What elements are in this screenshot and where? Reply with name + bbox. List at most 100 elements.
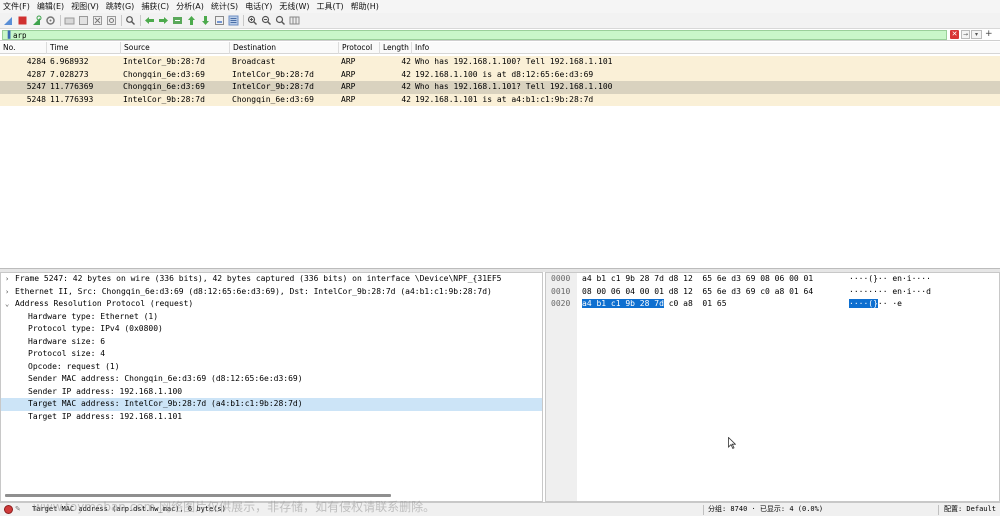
packet-cell-dst: IntelCor_9b:28:7d: [232, 69, 314, 79]
bytes-ascii[interactable]: ········ en·i···d: [849, 286, 931, 298]
detail-tree-field[interactable]: Protocol size: 4: [1, 348, 542, 361]
packet-cell-info: Who has 192.168.1.101? Tell 192.168.1.10…: [415, 82, 613, 91]
capture-options-icon[interactable]: [45, 15, 56, 26]
details-horizontal-scrollbar[interactable]: [5, 494, 391, 497]
stop-capture-icon[interactable]: [17, 15, 28, 26]
detail-text: Target MAC address: IntelCor_9b:28:7d (a…: [28, 399, 303, 408]
detail-text: Target IP address: 192.168.1.101: [28, 411, 183, 421]
detail-tree-field[interactable]: Opcode: request (1): [1, 361, 542, 374]
bytes-hex-text: c0 a8 01 65: [663, 299, 727, 308]
restart-capture-icon[interactable]: [31, 15, 42, 26]
resize-columns-icon[interactable]: [289, 15, 300, 26]
packet-row[interactable]: 4287 7.028273 Chongqin_6e:d3:69 IntelCor_9b…: [0, 68, 1000, 81]
watermark-text: www.toymoban.com 网络图片仅供展示，非存储，如有侵权请联系删除。: [33, 500, 436, 514]
clear-filter-icon[interactable]: ✕: [950, 30, 959, 39]
detail-tree-node[interactable]: › Ethernet II, Src: Chongqin_6e:d3:69 (d8…: [1, 286, 542, 299]
auto-scroll-icon[interactable]: [214, 15, 225, 26]
packet-cell-src: Chongqin_6e:d3:69: [123, 69, 205, 79]
packet-cell-dst: Chongqin_6e:d3:69: [232, 94, 314, 104]
detail-tree-field[interactable]: Sender IP address: 192.168.1.100: [1, 386, 542, 399]
detail-tree-field[interactable]: Hardware size: 6: [1, 336, 542, 349]
menu-item[interactable]: 无线(W): [279, 1, 309, 12]
menu-item[interactable]: 工具(T): [316, 1, 343, 12]
collapse-arrow-icon[interactable]: ⌄: [5, 298, 9, 311]
detail-tree-field[interactable]: Target MAC address: IntelCor_9b:28:7d (a…: [1, 398, 542, 411]
display-filter-bar: ▐ arp ✕ → ▾ +: [0, 29, 1000, 41]
bytes-hex[interactable]: a4 b1 c1 9b 28 7d d8 12 65 6e d3 69 08 0…: [582, 273, 813, 285]
menu-bar: 文件(F) 编辑(E) 视图(V) 跳转(G) 捕获(C) 分析(A) 统计(S) 电话(Y)…: [0, 0, 1000, 13]
close-file-icon[interactable]: [92, 15, 103, 26]
expand-arrow-icon[interactable]: ›: [5, 286, 9, 299]
detail-text: Protocol size: 4: [28, 349, 106, 358]
bytes-ascii[interactable]: ····(}·· ·e: [849, 298, 902, 310]
detail-tree-node[interactable]: ⌄ Address Resolution Protocol (request): [1, 298, 542, 311]
bookmark-filter-icon[interactable]: ▐: [5, 31, 10, 40]
go-back-icon[interactable]: [144, 15, 155, 26]
detail-tree-field[interactable]: Protocol type: IPv4 (0x0800): [1, 323, 542, 336]
menu-item[interactable]: 分析(A): [176, 1, 204, 12]
detail-text: Opcode: request (1): [28, 361, 120, 371]
packet-list[interactable]: No. Time Source Destination Protocol Len…: [0, 42, 1000, 269]
bytes-offset: 0000: [551, 274, 571, 283]
menu-item[interactable]: 文件(F): [3, 1, 30, 12]
menu-item[interactable]: 捕获(C): [141, 1, 169, 12]
column-header-no[interactable]: No.: [0, 42, 47, 54]
column-header-time[interactable]: Time: [47, 42, 121, 54]
menu-item[interactable]: 编辑(E): [37, 1, 64, 12]
column-header-destination[interactable]: Destination: [230, 42, 339, 54]
column-header-info[interactable]: Info: [412, 42, 1000, 54]
save-file-icon[interactable]: [78, 15, 89, 26]
packet-row[interactable]: 5247 11.776369 Chongqin_6e:d3:69 IntelCor_9…: [0, 81, 1000, 94]
zoom-out-icon[interactable]: [261, 15, 272, 26]
edit-comment-icon[interactable]: ✎: [15, 505, 25, 514]
detail-tree-field[interactable]: Hardware type: Ethernet (1): [1, 311, 542, 324]
expert-info-indicator-icon[interactable]: [4, 505, 13, 514]
colorize-icon[interactable]: [228, 15, 239, 26]
display-filter-input[interactable]: ▐ arp: [2, 30, 947, 40]
find-packet-icon[interactable]: [125, 15, 136, 26]
detail-text: Hardware type: Ethernet (1): [28, 311, 159, 321]
packet-bytes-pane[interactable]: 0000 a4 b1 c1 9b 28 7d d8 12 65 6e d3 69 …: [545, 272, 1000, 502]
detail-text: Address Resolution Protocol (request): [15, 299, 194, 308]
menu-item[interactable]: 跳转(G): [106, 1, 134, 12]
bytes-ascii[interactable]: ····(}·· en·i····: [849, 273, 931, 285]
filter-history-dropdown-icon[interactable]: ▾: [971, 30, 982, 39]
column-header-source[interactable]: Source: [121, 42, 230, 54]
menu-item[interactable]: 帮助(H): [351, 1, 379, 12]
apply-filter-icon[interactable]: →: [961, 30, 970, 39]
bytes-hex[interactable]: a4 b1 c1 9b 28 7d c0 a8 01 65: [582, 298, 727, 310]
zoom-in-icon[interactable]: [247, 15, 258, 26]
packet-row[interactable]: 5248 11.776393 IntelCor_9b:28:7d Chongqin_6…: [0, 93, 1000, 106]
detail-tree-node[interactable]: › Frame 5247: 42 bytes on wire (336 bits)…: [1, 273, 542, 286]
shark-fin-start-icon[interactable]: [3, 15, 14, 26]
detail-tree-field[interactable]: Sender MAC address: Chongqin_6e:d3:69 (d…: [1, 373, 542, 386]
column-header-protocol[interactable]: Protocol: [339, 42, 380, 54]
reload-file-icon[interactable]: [106, 15, 117, 26]
packet-cell-no: 5248: [26, 94, 46, 104]
packet-cell-proto: ARP: [341, 69, 356, 79]
bytes-offset: 0020: [551, 299, 571, 308]
add-filter-button-icon[interactable]: +: [985, 29, 993, 40]
packet-cell-time: 7.028273: [50, 69, 89, 79]
detail-text: Sender IP address: 192.168.1.100: [28, 386, 183, 396]
column-header-length[interactable]: Length: [380, 42, 412, 54]
bytes-hex[interactable]: 08 00 06 04 00 01 d8 12 65 6e d3 69 c0 a…: [582, 286, 813, 298]
menu-item[interactable]: 统计(S): [211, 1, 238, 12]
detail-tree-field[interactable]: Target IP address: 192.168.1.101: [1, 411, 542, 424]
go-forward-icon[interactable]: [158, 15, 169, 26]
menu-item[interactable]: 电话(Y): [245, 1, 272, 12]
packet-cell-proto: ARP: [341, 57, 356, 66]
open-file-icon[interactable]: [64, 15, 75, 26]
go-first-icon[interactable]: [186, 15, 197, 26]
packet-cell-time: 11.776369: [50, 82, 94, 91]
status-profile[interactable]: 配置: Default: [944, 503, 996, 516]
expand-arrow-icon[interactable]: ›: [5, 273, 9, 286]
packet-row[interactable]: 4284 6.968932 IntelCor_9b:28:7d Broadcast AR…: [0, 56, 1000, 69]
zoom-normal-icon[interactable]: [275, 15, 286, 26]
go-last-icon[interactable]: [200, 15, 211, 26]
menu-item[interactable]: 视图(V): [71, 1, 99, 12]
bytes-hex-highlight: a4 b1 c1 9b 28 7d: [582, 299, 664, 308]
go-to-packet-icon[interactable]: [172, 15, 183, 26]
bytes-offset: 0010: [551, 286, 571, 296]
packet-details-pane[interactable]: › Frame 5247: 42 bytes on wire (336 bits)…: [0, 272, 543, 502]
